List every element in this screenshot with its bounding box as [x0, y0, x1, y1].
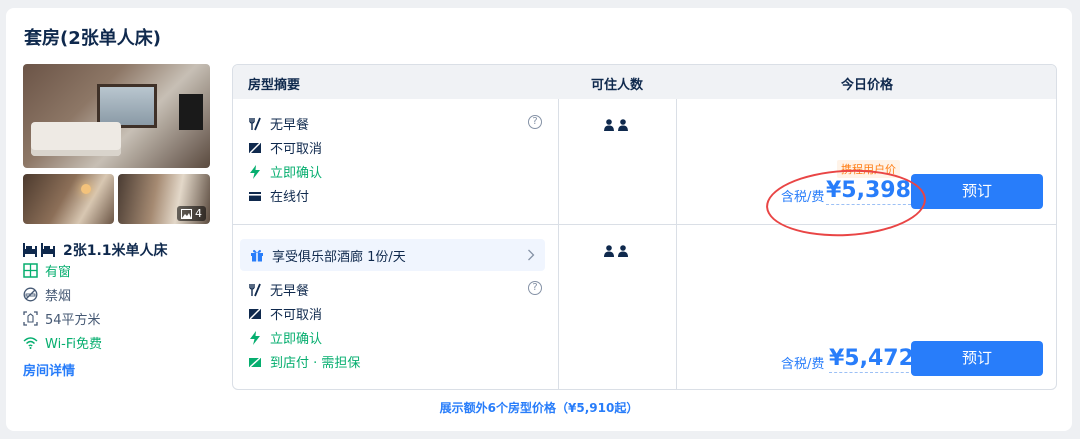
feature-no-smoking: 禁烟 — [23, 285, 71, 304]
rate-table: 房型摘要 可住人数 今日价格 无早餐 不可取消 立即确认 在线付 ? 含税/费 … — [232, 64, 1057, 390]
no-cancel-icon — [249, 141, 261, 154]
feature-area: 54平方米 — [23, 309, 101, 328]
tax-label: 含税/费 — [781, 357, 825, 372]
person-icon — [618, 245, 628, 257]
cancel-policy: 不可取消 — [248, 138, 322, 157]
person-icon — [618, 119, 628, 131]
show-more-rates-link[interactable]: 展示额外6个房型价格（¥5,910起） — [6, 399, 1072, 416]
header-summary: 房型摘要 — [248, 78, 301, 93]
person-icon — [604, 245, 614, 257]
book-button[interactable]: 预订 — [911, 341, 1043, 376]
wifi-icon — [23, 337, 38, 349]
no-cancel-icon — [249, 307, 261, 320]
lightning-icon — [250, 164, 260, 179]
area-icon — [23, 311, 38, 326]
room-photo-thumb[interactable] — [23, 174, 114, 224]
lightning-icon — [250, 330, 260, 345]
header-occupancy: 可住人数 — [591, 78, 644, 93]
header-price: 今日价格 — [841, 78, 894, 93]
payment-info: 到店付 · 需担保 — [248, 352, 360, 371]
cancel-policy: 不可取消 — [248, 304, 322, 323]
confirm-info: 立即确认 — [248, 162, 322, 181]
gift-icon — [251, 249, 263, 262]
meal-info: 无早餐 — [248, 280, 309, 299]
book-button[interactable]: 预订 — [911, 174, 1043, 209]
payment-info: 在线付 — [248, 186, 309, 205]
help-icon[interactable]: ? — [528, 281, 542, 295]
feature-window: 有窗 — [23, 261, 71, 280]
room-card: 套房(2张单人床) 4 2张1.1米单人床 有窗 禁烟 54平方米 Wi-Fi免… — [6, 8, 1072, 431]
fork-knife-icon — [249, 283, 261, 296]
table-header: 房型摘要 可住人数 今日价格 — [233, 65, 1056, 99]
meal-info: 无早餐 — [248, 114, 309, 133]
room-photo-thumb[interactable]: 4 — [118, 174, 210, 224]
chevron-right-icon — [528, 249, 535, 261]
bed-info: 2张1.1米单人床 — [23, 240, 168, 260]
price[interactable]: ¥5,472 — [829, 346, 914, 373]
photo-count-badge: 4 — [177, 206, 206, 221]
bed-label: 2张1.1米单人床 — [63, 243, 168, 259]
no-smoking-icon — [23, 287, 38, 302]
card-icon — [249, 191, 261, 201]
help-icon[interactable]: ? — [528, 115, 542, 129]
fork-knife-icon — [249, 117, 261, 130]
pay-at-hotel-icon — [249, 356, 261, 368]
club-lounge-benefit[interactable]: 享受俱乐部酒廊 1份/天 — [240, 239, 545, 271]
twin-bed-icon — [23, 243, 55, 257]
occupancy-icons — [604, 245, 628, 257]
person-icon — [604, 119, 614, 131]
feature-wifi: Wi-Fi免费 — [23, 333, 102, 352]
confirm-info: 立即确认 — [248, 328, 322, 347]
window-icon — [23, 263, 38, 278]
room-title: 套房(2张单人床) — [24, 28, 161, 49]
room-photo-main[interactable] — [23, 64, 210, 168]
occupancy-icons — [604, 119, 628, 131]
room-detail-link[interactable]: 房间详情 — [23, 360, 75, 379]
image-icon — [181, 208, 192, 219]
